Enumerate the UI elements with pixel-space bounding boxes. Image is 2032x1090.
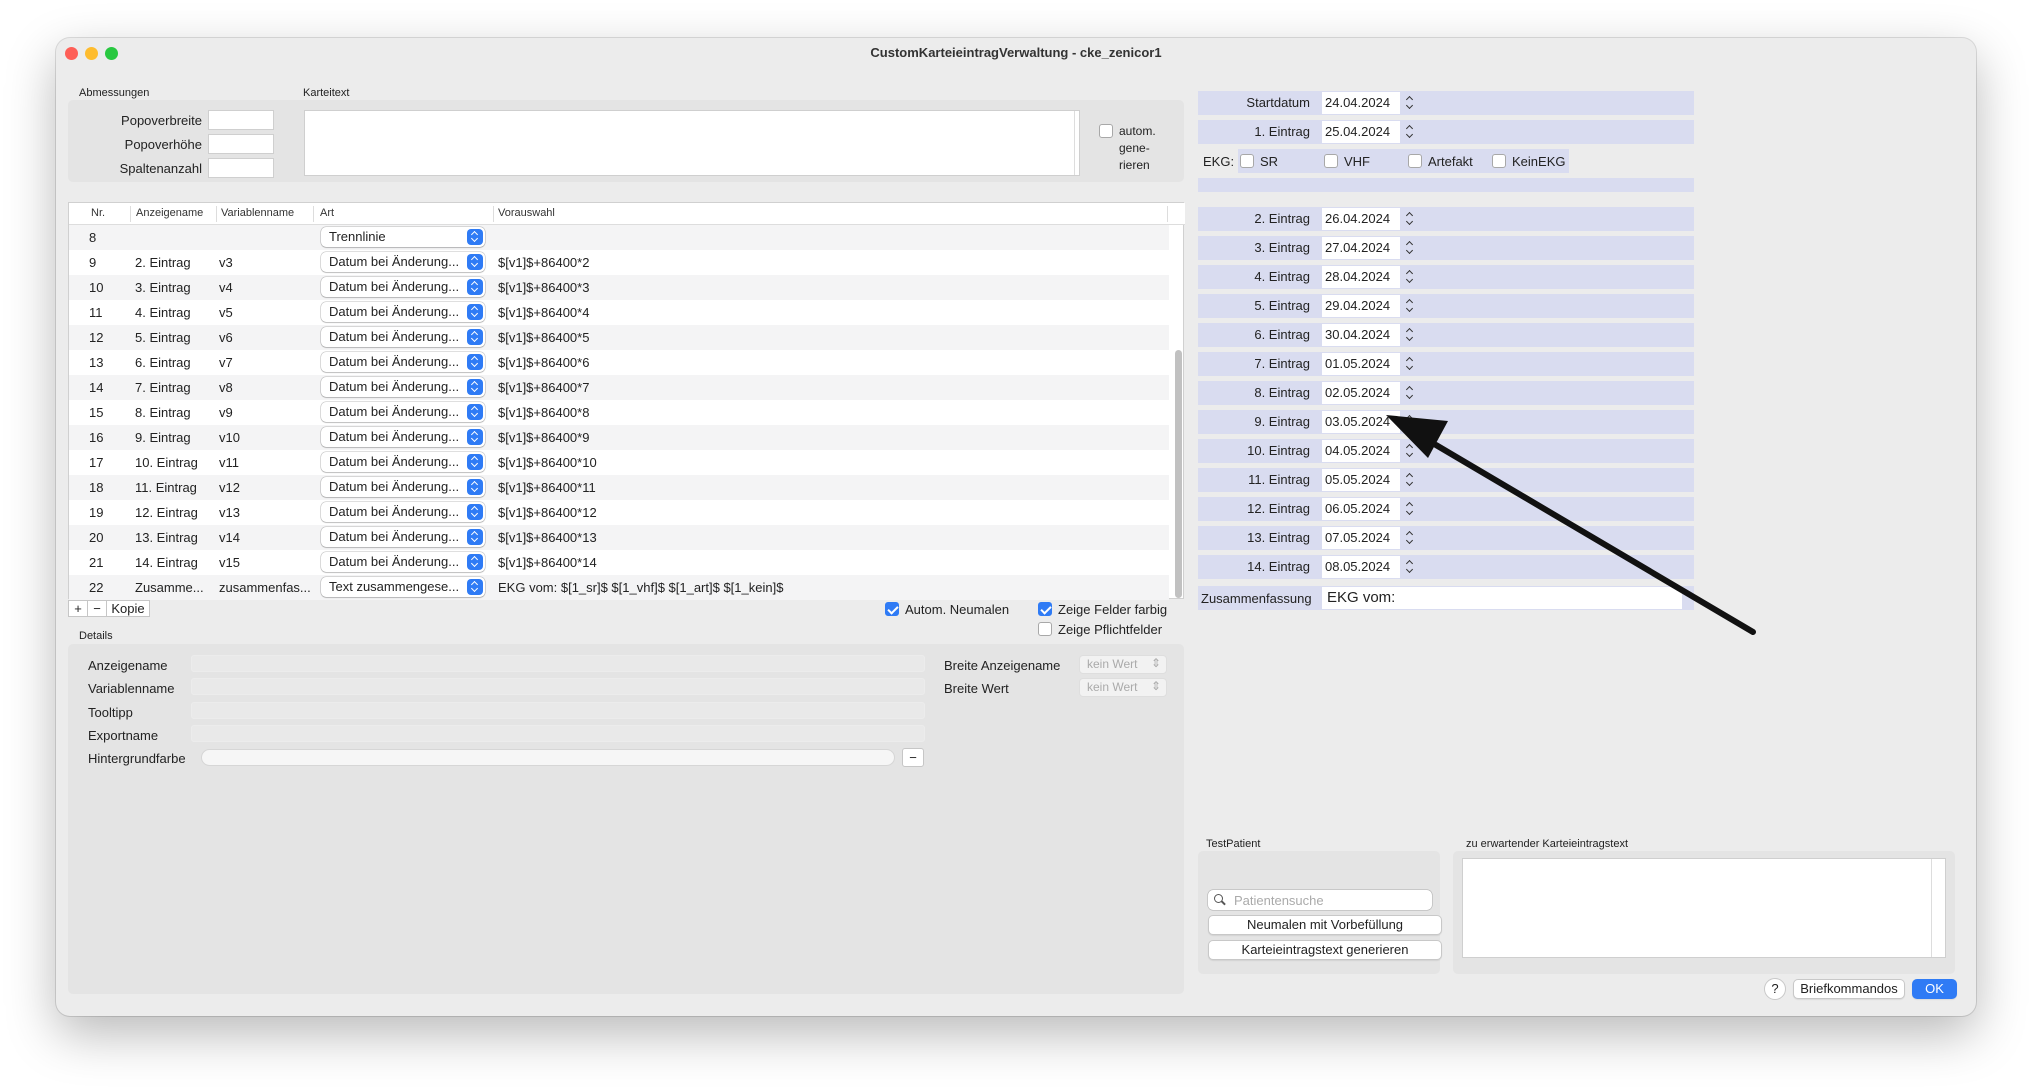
arrow-shaft	[1433, 442, 1756, 635]
arrow-head	[1386, 415, 1448, 458]
annotation-arrow	[1386, 415, 1756, 635]
